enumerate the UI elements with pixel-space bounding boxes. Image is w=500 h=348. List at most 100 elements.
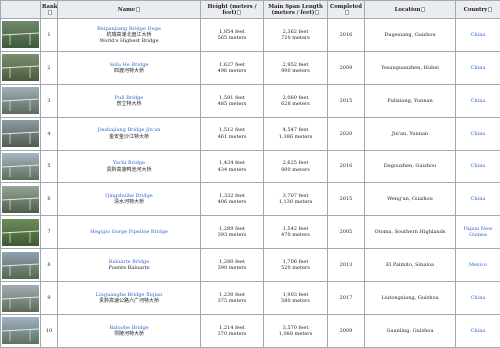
completed-cell: 2020 (328, 117, 365, 150)
country-cell: China (456, 51, 500, 84)
span-cell: 2,362 feet 720 meters (264, 19, 328, 52)
bridge-photo[interactable] (2, 21, 39, 48)
col-header-location[interactable]: Location (365, 1, 456, 19)
sort-icon[interactable] (237, 10, 241, 15)
bridge-link[interactable]: Yachi Bridge (113, 160, 145, 166)
span-cell: 3,707 feet 1,130 meters (264, 183, 328, 216)
span-cell: 3,570 feet 1,088 meters (264, 315, 328, 348)
country-link[interactable]: China (471, 32, 486, 38)
rank-cell: 3 (41, 84, 58, 117)
bridge-photo[interactable] (2, 317, 39, 344)
country-link[interactable]: China (471, 65, 486, 71)
table-row: 2 Sidu He Bridge 四渡河特大桥 1,627 feet 496 m… (1, 51, 500, 84)
tallest-bridges-table: Rank Name Height (meters / feet) Main Sp… (0, 0, 500, 348)
height-cell: 1,214 feet 370 meters (201, 315, 264, 348)
rank-cell: 2 (41, 51, 58, 84)
table-row: 9 Liuguanghe Bridge Xiqian 贵黔高速公路六广河特大桥 … (1, 282, 500, 315)
country-link[interactable]: China (471, 131, 486, 137)
bridge-link[interactable]: Beipanjiang Bridge Duge (97, 26, 161, 32)
bridge-photo[interactable] (2, 87, 39, 114)
country-link[interactable]: China (471, 295, 486, 301)
country-link[interactable]: China (471, 163, 486, 169)
name-cell: Hegigio Gorge Pipeline Bridge (58, 216, 201, 249)
col-header-rank[interactable]: Rank (41, 1, 58, 19)
rank-cell: 5 (41, 150, 58, 183)
completed-cell: 2015 (328, 183, 365, 216)
sort-icon[interactable] (136, 7, 140, 12)
span-cell: 2,952 feet 900 meters (264, 51, 328, 84)
height-cell: 1,424 feet 434 meters (201, 150, 264, 183)
completed-cell: 2016 (328, 19, 365, 52)
country-link[interactable]: China (471, 196, 486, 202)
span-cell: 2,060 feet 628 meters (264, 84, 328, 117)
country-cell: China (456, 84, 500, 117)
bridge-link[interactable]: Baluarte Bridge (109, 259, 149, 265)
country-link[interactable]: Papua New Guinea (464, 226, 493, 238)
country-link[interactable]: Mexico (469, 262, 487, 268)
bridge-photo[interactable] (2, 54, 39, 81)
height-cell: 1,627 feet 496 meters (201, 51, 264, 84)
table-row: 5 Yachi Bridge 贵黔高速鸭池河大桥 1,424 feet 434 … (1, 150, 500, 183)
completed-cell: 2016 (328, 150, 365, 183)
sort-icon[interactable] (48, 10, 52, 15)
col-header-name[interactable]: Name (58, 1, 201, 19)
rank-cell: 10 (41, 315, 58, 348)
country-cell: Papua New Guinea (456, 216, 500, 249)
bridge-local-name: 坝陵河特大桥 (114, 331, 144, 337)
rank-cell: 9 (41, 282, 58, 315)
completed-cell: 2009 (328, 315, 365, 348)
sort-icon[interactable] (421, 7, 425, 12)
rank-cell: 1 (41, 19, 58, 52)
span-cell: 4,547 feet 1,386 meters (264, 117, 328, 150)
country-link[interactable]: China (471, 328, 486, 334)
bridge-photo[interactable] (2, 186, 39, 213)
bridge-link[interactable]: Jinshajiang Bridge Jin'an (98, 127, 161, 133)
height-cell: 1,854 feet 565 meters (201, 19, 264, 52)
location-cell: Pulixiang, Yunnan (365, 84, 456, 117)
bridge-photo[interactable] (2, 153, 39, 180)
rank-cell: 8 (41, 249, 58, 282)
country-cell: China (456, 19, 500, 52)
bridge-link[interactable]: Baluohe Bridge (109, 325, 148, 331)
country-link[interactable]: China (471, 98, 486, 104)
height-cell: 1,230 feet 375 meters (201, 282, 264, 315)
sort-icon[interactable] (488, 7, 492, 12)
completed-cell: 2013 (328, 249, 365, 282)
bridge-photo-cell (1, 282, 41, 315)
col-header-country[interactable]: Country (456, 1, 500, 19)
table-row: 1 Beipanjiang Bridge Duge 杭瑞高速北盘江大桥 Worl… (1, 19, 500, 52)
bridge-local-name: 金安金沙江特大桥 (109, 134, 149, 140)
height-cell: 1,591 feet 485 meters (201, 84, 264, 117)
rank-cell: 6 (41, 183, 58, 216)
bridge-note: World's Highest Bridge (99, 38, 158, 44)
bridge-link[interactable]: Hegigio Gorge Pipeline Bridge (90, 229, 168, 235)
sort-icon[interactable] (345, 10, 349, 15)
col-header-completed[interactable]: Completed (328, 1, 365, 19)
table-row: 3 Puli Bridge 普立特大桥 1,591 feet 485 meter… (1, 84, 500, 117)
bridge-photo[interactable] (2, 120, 39, 147)
location-cell: Yesanguanzhen, Hubei (365, 51, 456, 84)
name-cell: Puli Bridge 普立特大桥 (58, 84, 201, 117)
bridge-photo-cell (1, 117, 41, 150)
bridge-photo[interactable] (2, 252, 39, 279)
sort-icon[interactable] (315, 10, 319, 15)
height-cell: 1,512 feet 461 meters (201, 117, 264, 150)
table-row: 10 Baluohe Bridge 坝陵河特大桥 1,214 feet 370 … (1, 315, 500, 348)
country-cell: China (456, 183, 500, 216)
header-row: Rank Name Height (meters / feet) Main Sp… (1, 1, 500, 19)
location-cell: El Palmito, Sinaloa (365, 249, 456, 282)
bridge-photo[interactable] (2, 285, 39, 312)
bridge-local-name: 贵黔高速公路六广河特大桥 (99, 298, 159, 304)
bridge-photo-cell (1, 315, 41, 348)
bridge-local-name: 四渡河特大桥 (114, 68, 144, 74)
name-cell: Liuguanghe Bridge Xiqian 贵黔高速公路六广河特大桥 (58, 282, 201, 315)
bridge-photo-cell (1, 183, 41, 216)
bridge-link[interactable]: Puli Bridge (115, 95, 143, 101)
bridge-link[interactable]: Sidu He Bridge (110, 62, 149, 68)
bridge-photo-cell (1, 84, 41, 117)
bridge-photo[interactable] (2, 219, 39, 246)
col-header-height[interactable]: Height (meters / feet) (201, 1, 264, 19)
name-cell: Sidu He Bridge 四渡河特大桥 (58, 51, 201, 84)
col-header-span[interactable]: Main Span Length (meters / feet) (264, 1, 328, 19)
bridge-link[interactable]: Liuguanghe Bridge Xiqian (96, 292, 163, 298)
